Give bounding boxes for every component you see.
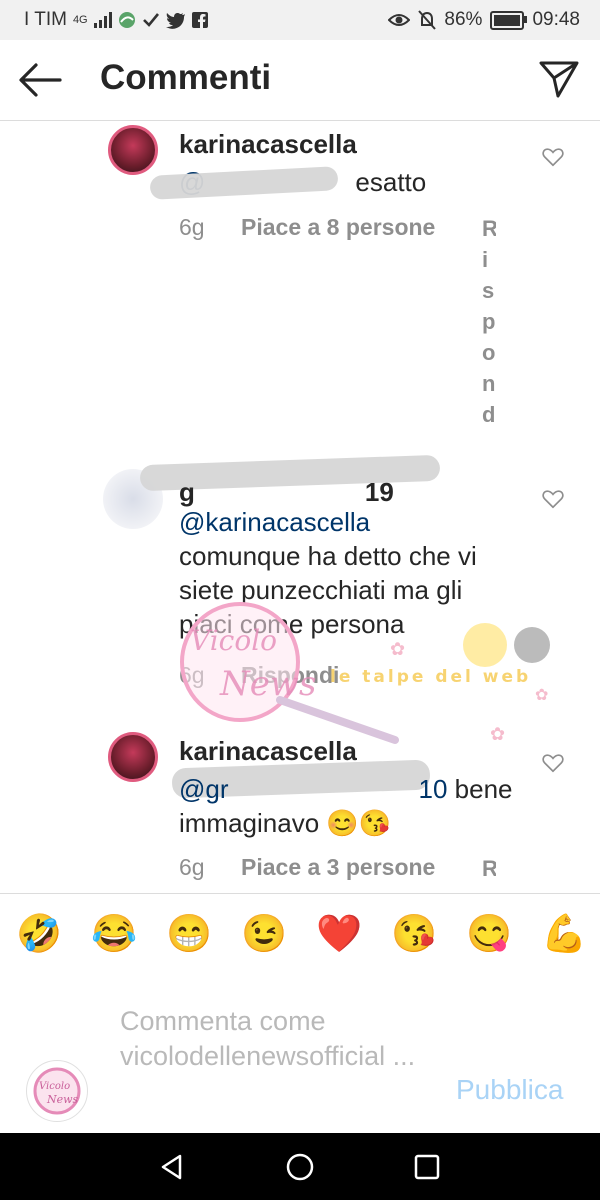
status-right: 86% 09:48 [388,9,580,31]
back-arrow-icon[interactable] [18,62,62,98]
comment-text: @gr 10 bene immaginavo 😊😘 [179,772,519,840]
comment-item: karinacascella @esatto 6g Piace a 8 pers… [0,121,600,451]
app-icon [118,12,135,28]
svg-text:News: News [219,664,316,704]
comment-item: karinacascella @gr 10 bene immaginavo 😊😘 … [0,728,600,893]
svg-text:✿: ✿ [535,687,548,704]
my-avatar: Vicolo News [26,1060,88,1122]
nav-home-icon[interactable] [285,1152,315,1182]
comment-body: bene immaginavo 😊😘 [179,774,513,838]
likes-count-link[interactable]: Piace a 3 persone [241,854,435,881]
svg-text:Vicolo: Vicolo [190,624,277,657]
avatar[interactable] [108,732,158,782]
heart-icon[interactable] [542,488,564,510]
comment-time: 6g [179,854,205,880]
svg-text:Vicolo: Vicolo [39,1081,70,1092]
comment-meta: 6g [179,214,205,241]
nav-back-icon[interactable] [158,1153,186,1181]
emoji-quick-bar: 🤣 😂 😁 😉 ❤️ 😘 😋 💪 [0,893,600,977]
emoji-button[interactable]: 😁 [166,912,212,956]
clock: 09:48 [532,9,580,30]
battery-fill [494,14,521,26]
heart-icon[interactable] [542,146,564,168]
nav-recents-icon[interactable] [414,1154,440,1180]
comment-mention-end: 10 [418,774,448,804]
username-start: g [179,477,195,507]
comment-composer: Vicolo News Commenta come vicolodellenew… [0,976,600,1133]
battery-percent: 86% [444,9,483,30]
comment-mention[interactable]: @gr [179,774,229,804]
carrier-label: I TIM [24,9,67,30]
status-bar: I TIM 4G 86% 09:48 [0,0,600,40]
publish-button[interactable]: Pubblica [456,1074,563,1106]
comment-username[interactable]: karinacascella [179,129,357,160]
reply-link[interactable]: R [482,853,496,893]
emoji-button[interactable]: ❤️ [316,912,362,956]
network-label: 4G [72,14,88,26]
header: Commenti [0,40,600,121]
heart-icon[interactable] [542,752,564,774]
comment-username[interactable]: g 19 [179,477,394,508]
emoji-button[interactable]: 😋 [466,912,512,956]
check-icon [142,13,159,27]
send-icon[interactable] [538,59,580,99]
signal-icon [93,12,112,28]
comment-time: 6g [179,214,205,240]
comment-input[interactable]: Commenta come vicolodellenewsofficial ..… [120,1004,450,1074]
comment-meta: 6g [179,854,205,881]
likes-count-link[interactable]: Piace a 8 persone [241,214,435,241]
emoji-button[interactable]: 😉 [241,912,287,956]
bell-off-icon [418,10,437,30]
eye-icon [388,14,411,26]
comment-mention[interactable]: @karinacascella [179,507,370,537]
emoji-button[interactable]: 💪 [541,912,587,956]
emoji-button[interactable]: 🤣 [16,912,62,956]
username-end: 19 [364,477,394,507]
comment-body: esatto [355,167,427,197]
svg-text:le talpe del web: le talpe del web [330,667,531,687]
avatar[interactable] [108,125,158,175]
facebook-icon [191,12,208,28]
android-nav-bar [0,1133,600,1200]
emoji-button[interactable]: 😘 [391,912,437,956]
svg-text:News: News [46,1093,79,1106]
twitter-icon [165,12,185,29]
page-title: Commenti [100,58,272,97]
reply-link[interactable]: Rispondi [482,213,496,433]
status-left: I TIM 4G [24,9,208,31]
emoji-button[interactable]: 😂 [91,912,137,956]
battery-icon [490,10,528,30]
my-avatar-logo: Vicolo News [33,1067,81,1115]
svg-text:✿: ✿ [390,639,405,659]
